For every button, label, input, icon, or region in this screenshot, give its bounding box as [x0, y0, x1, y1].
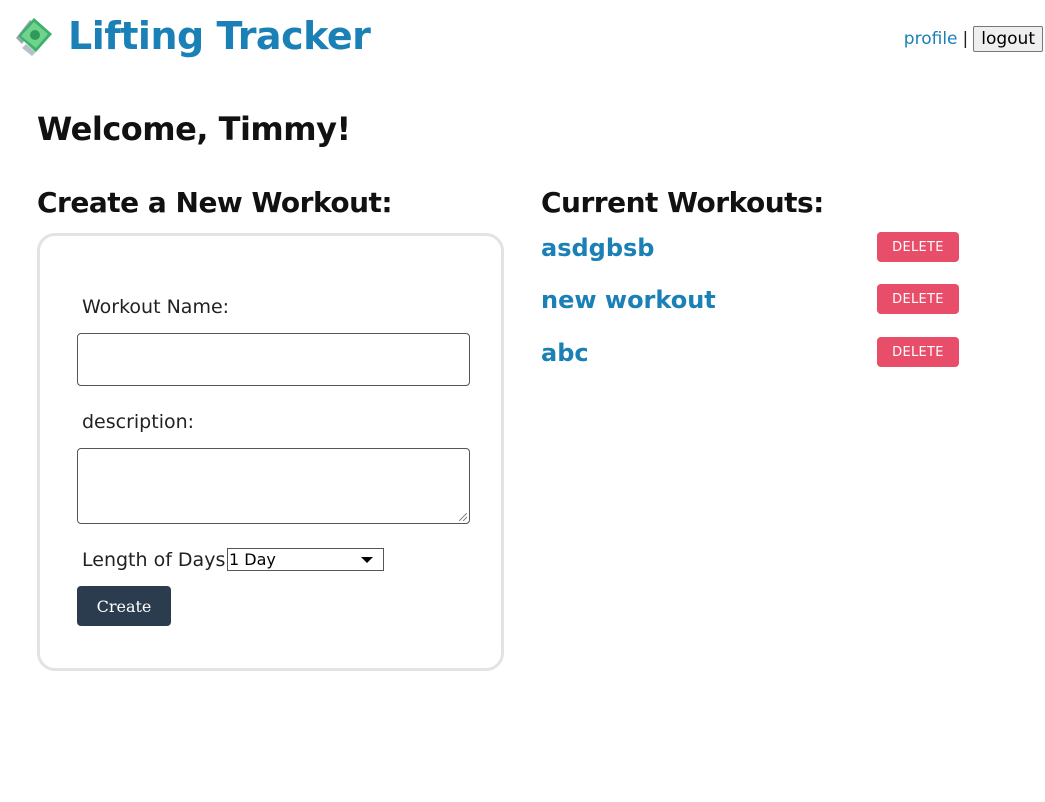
profile-link[interactable]: profile — [904, 29, 958, 49]
welcome-heading: Welcome, Timmy! — [37, 110, 351, 148]
create-workout-form: Workout Name: description: Length of Day… — [37, 233, 504, 671]
resize-grip-icon[interactable] — [459, 513, 467, 521]
app-title: Lifting Tracker — [68, 14, 371, 58]
nav-separator: | — [962, 29, 969, 49]
days-selected-value: 1 Day — [229, 550, 276, 569]
list-item: new workout DELETE — [541, 284, 961, 316]
dollar-bill-icon — [16, 18, 52, 56]
current-workouts-title: Current Workouts: — [541, 186, 824, 219]
logout-button[interactable]: logout — [973, 26, 1043, 52]
workout-link[interactable]: asdgbsb — [541, 234, 654, 262]
days-length-select[interactable]: 1 Day — [227, 548, 384, 571]
top-bar: Lifting Tracker profile | logout — [0, 0, 1045, 80]
description-textarea[interactable] — [77, 448, 470, 524]
create-workout-title: Create a New Workout: — [37, 186, 393, 219]
list-item: asdgbsb DELETE — [541, 232, 961, 264]
workout-link[interactable]: new workout — [541, 286, 716, 314]
delete-button[interactable]: DELETE — [877, 232, 959, 262]
create-button[interactable]: Create — [77, 586, 171, 626]
user-nav: profile | logout — [904, 26, 1043, 52]
delete-button[interactable]: DELETE — [877, 337, 959, 367]
delete-button[interactable]: DELETE — [877, 284, 959, 314]
chevron-down-icon — [361, 557, 373, 563]
description-label: description: — [82, 411, 195, 433]
days-length-label: Length of Days — [82, 549, 226, 571]
workout-name-label: Workout Name: — [82, 296, 230, 318]
brand[interactable]: Lifting Tracker — [12, 12, 371, 60]
workout-name-input[interactable] — [77, 333, 470, 386]
list-item: abc DELETE — [541, 337, 961, 369]
workout-link[interactable]: abc — [541, 339, 589, 367]
